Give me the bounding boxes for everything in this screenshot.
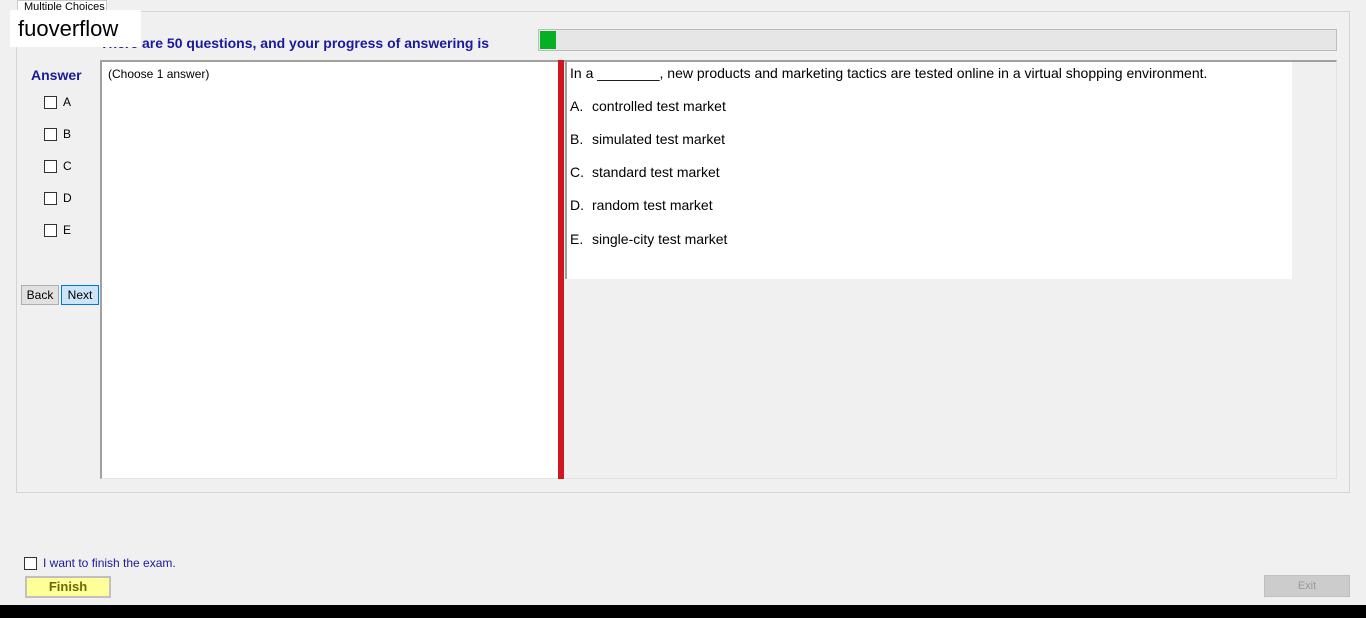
taskbar-strip (0, 605, 1366, 618)
progress-fill (540, 31, 556, 49)
finish-confirm-label: I want to finish the exam. (43, 556, 176, 570)
question-box: In a ________, new products and marketin… (565, 61, 1292, 279)
option-label: C (63, 159, 72, 173)
choice-letter: B. (570, 131, 584, 147)
progress-bar (538, 29, 1337, 51)
answer-option-a[interactable]: A (44, 95, 71, 109)
choice-text: standard test market (592, 164, 720, 180)
checkbox-finish[interactable] (24, 556, 37, 570)
finish-button[interactable]: Finish (25, 576, 111, 598)
progress-text: There are 50 questions, and your progres… (100, 35, 489, 51)
option-label: A (63, 95, 72, 109)
option-label: D (63, 191, 72, 205)
choice-letter: D. (570, 197, 584, 213)
choice-letter: C. (570, 164, 584, 180)
answer-option-b[interactable]: B (44, 127, 71, 141)
checkbox-c[interactable] (44, 159, 57, 173)
choice-b: B. simulated test market (570, 131, 725, 147)
question-stem: In a ________, new products and marketin… (570, 65, 1208, 81)
answer-option-c[interactable]: C (44, 159, 72, 173)
answer-note-text: (Choose 1 answer) (108, 67, 210, 81)
choice-d: D. random test market (570, 197, 713, 213)
checkbox-a[interactable] (44, 95, 57, 109)
choice-letter: A. (570, 98, 584, 114)
checkbox-b[interactable] (44, 127, 57, 141)
choice-e: E. single-city test market (570, 231, 727, 247)
choice-text: single-city test market (592, 231, 728, 247)
answer-option-d[interactable]: D (44, 191, 72, 205)
answer-option-e[interactable]: E (44, 223, 71, 237)
next-button[interactable]: Next (61, 285, 99, 305)
checkbox-e[interactable] (44, 223, 57, 237)
choice-a: A. controlled test market (570, 98, 726, 114)
watermark-label: fuoverflow (10, 10, 141, 47)
option-label: E (63, 223, 72, 237)
checkbox-d[interactable] (44, 191, 57, 205)
choice-text: controlled test market (592, 98, 726, 114)
back-button[interactable]: Back (21, 285, 59, 305)
option-label: B (63, 127, 72, 141)
finish-confirm-checkbox[interactable]: I want to finish the exam. (24, 556, 176, 570)
choice-text: random test market (592, 197, 713, 213)
answer-title: Answer (31, 67, 82, 83)
choice-c: C. standard test market (570, 164, 720, 180)
answer-note-box[interactable]: (Choose 1 answer) (100, 60, 559, 479)
choice-letter: E. (570, 231, 584, 247)
choice-text: simulated test market (592, 131, 726, 147)
exit-button[interactable]: Exit (1264, 575, 1350, 597)
